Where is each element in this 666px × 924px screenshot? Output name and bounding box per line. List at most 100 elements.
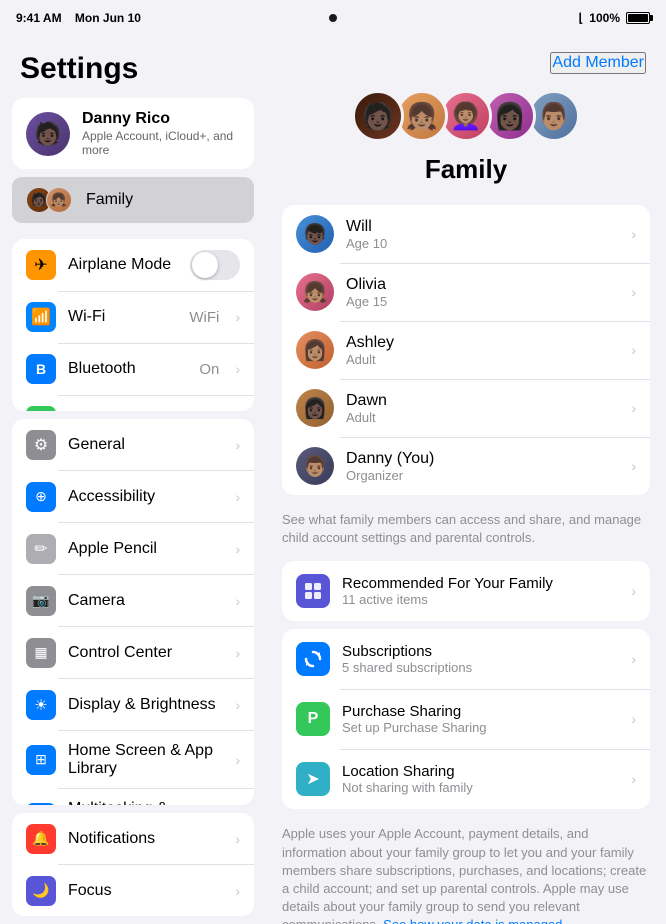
battery-text: 100% xyxy=(589,11,620,25)
add-member-button[interactable]: Add Member xyxy=(550,52,646,74)
family-row[interactable]: 🧑🏿 👧🏽 Family xyxy=(12,177,254,223)
family-header: 🧑🏿 👧🏽 👩🏽‍🦱 👩🏿 👨🏽 Family xyxy=(266,82,666,205)
feature-info-recommended: Recommended For Your Family 11 active it… xyxy=(342,575,553,607)
member-avatar-olivia: 👧🏽 xyxy=(296,273,334,311)
chevron-icon: › xyxy=(631,771,636,787)
member-row-will[interactable]: 👦🏿 Will Age 10 › xyxy=(282,205,650,263)
chevron-icon: › xyxy=(235,437,240,453)
feature-info-purchase: Purchase Sharing Set up Purchase Sharing xyxy=(342,703,487,735)
member-row-ashley[interactable]: 👩🏽 Ashley Adult › xyxy=(282,321,650,379)
sidebar-item-focus[interactable]: 🌙 Focus › xyxy=(12,865,254,916)
settings-section-2: ⚙ General › ⊕ Accessibility › ✏ Apple Pe… xyxy=(12,419,254,805)
member-name-ashley: Ashley xyxy=(346,334,394,352)
sidebar-item-general[interactable]: ⚙ General › xyxy=(12,419,254,471)
member-avatar-ashley: 👩🏽 xyxy=(296,331,334,369)
profile-sub: Apple Account, iCloud+, and more xyxy=(82,129,240,157)
apple-pencil-icon: ✏ xyxy=(26,534,56,564)
purchase-sharing-icon: P xyxy=(296,702,330,736)
family-label: Family xyxy=(86,191,133,209)
profile-card[interactable]: 🧑🏿 Danny Rico Apple Account, iCloud+, an… xyxy=(12,98,254,169)
chevron-icon: › xyxy=(235,489,240,505)
chevron-icon: › xyxy=(631,651,636,667)
right-header: Add Member xyxy=(266,36,666,82)
sidebar-item-wifi[interactable]: 📶 Wi-Fi WiFi › xyxy=(12,291,254,343)
accessibility-icon: ⊕ xyxy=(26,482,56,512)
location-sub: Not sharing with family xyxy=(342,780,473,795)
feature-row-purchase-sharing[interactable]: P Purchase Sharing Set up Purchase Shari… xyxy=(282,689,650,749)
member-sub-ashley: Adult xyxy=(346,352,394,367)
general-label: General xyxy=(68,436,219,454)
recommended-card: Recommended For Your Family 11 active it… xyxy=(282,561,650,621)
member-row-dawn[interactable]: 👩🏿 Dawn Adult › xyxy=(282,379,650,437)
sidebar-item-homescreen[interactable]: ⊞ Home Screen & App Library › xyxy=(12,731,254,789)
control-center-icon: ▦ xyxy=(26,638,56,668)
sidebar-item-display[interactable]: ☀ Display & Brightness › xyxy=(12,679,254,731)
member-info-dawn: Dawn Adult xyxy=(346,392,387,425)
multitasking-label: Multitasking & Gestures xyxy=(68,800,219,805)
family-member-description: See what family members can access and s… xyxy=(266,507,666,561)
family-mini-avatars: 🧑🏿 👧🏽 xyxy=(26,187,66,213)
sidebar-item-multitasking[interactable]: ⊟ Multitasking & Gestures › xyxy=(12,789,254,805)
front-camera-dot xyxy=(329,14,337,22)
battery-indicator xyxy=(626,12,650,24)
display-label: Display & Brightness xyxy=(68,696,219,714)
member-sub-will: Age 10 xyxy=(346,236,387,251)
feature-info-subscriptions: Subscriptions 5 shared subscriptions xyxy=(342,643,472,675)
wifi-label: Wi-Fi xyxy=(68,308,177,326)
status-icons: ⌊ 100% xyxy=(579,11,650,25)
bluetooth-icon: B xyxy=(26,354,56,384)
bottom-note-text: Apple uses your Apple Account, payment d… xyxy=(282,826,646,924)
chevron-icon: › xyxy=(235,883,240,899)
member-sub-olivia: Age 15 xyxy=(346,294,387,309)
settings-section-3: 🔔 Notifications › 🌙 Focus › ⏱ Screen Tim… xyxy=(12,813,254,916)
settings-section-1: ✈ Airplane Mode 📶 Wi-Fi WiFi › B Bluetoo… xyxy=(12,239,254,411)
location-sharing-icon: ➤ xyxy=(296,762,330,796)
bottom-note: Apple uses your Apple Account, payment d… xyxy=(266,817,666,924)
feature-row-location-sharing[interactable]: ➤ Location Sharing Not sharing with fami… xyxy=(282,749,650,809)
sidebar-item-airplane-mode[interactable]: ✈ Airplane Mode xyxy=(12,239,254,291)
chevron-icon: › xyxy=(631,711,636,727)
sidebar-item-notifications[interactable]: 🔔 Notifications › xyxy=(12,813,254,865)
chevron-icon: › xyxy=(631,226,636,242)
family-avatar-2: 👧🏽 xyxy=(46,187,72,213)
features-card: Subscriptions 5 shared subscriptions › P… xyxy=(282,629,650,809)
toggle-knob xyxy=(192,252,218,278)
focus-icon: 🌙 xyxy=(26,876,56,906)
family-big-avatars: 🧑🏿 👧🏽 👩🏽‍🦱 👩🏿 👨🏽 xyxy=(356,90,576,142)
sidebar-item-cellular[interactable]: ◉ Cellular Data › xyxy=(12,395,254,411)
sidebar: Settings 🧑🏿 Danny Rico Apple Account, iC… xyxy=(0,36,266,924)
subscriptions-title: Subscriptions xyxy=(342,643,472,660)
sidebar-item-bluetooth[interactable]: B Bluetooth On › xyxy=(12,343,254,395)
airplane-mode-toggle[interactable] xyxy=(190,250,240,280)
chevron-icon: › xyxy=(235,541,240,557)
bottom-note-link[interactable]: See how your data is managed... xyxy=(383,917,573,924)
sidebar-item-accessibility[interactable]: ⊕ Accessibility › xyxy=(12,471,254,523)
bluetooth-label: Bluetooth xyxy=(68,360,187,378)
member-row-olivia[interactable]: 👧🏽 Olivia Age 15 › xyxy=(282,263,650,321)
member-name-danny: Danny (You) xyxy=(346,450,434,468)
chevron-icon: › xyxy=(235,831,240,847)
wifi-icon: 📶 xyxy=(26,302,56,332)
chevron-icon: › xyxy=(631,284,636,300)
airplane-mode-icon: ✈ xyxy=(26,250,56,280)
recommended-icon xyxy=(296,574,330,608)
chevron-icon: › xyxy=(235,645,240,661)
sidebar-item-apple-pencil[interactable]: ✏ Apple Pencil › xyxy=(12,523,254,575)
recommended-sub: 11 active items xyxy=(342,592,553,607)
feature-row-subscriptions[interactable]: Subscriptions 5 shared subscriptions › xyxy=(282,629,650,689)
member-info-will: Will Age 10 xyxy=(346,218,387,251)
sidebar-item-camera[interactable]: 📷 Camera › xyxy=(12,575,254,627)
member-row-danny[interactable]: 👨🏽 Danny (You) Organizer › xyxy=(282,437,650,495)
time-display: 9:41 AM xyxy=(16,11,62,25)
chevron-icon: › xyxy=(235,593,240,609)
sidebar-item-control-center[interactable]: ▦ Control Center › xyxy=(12,627,254,679)
wifi-value: WiFi xyxy=(189,309,219,326)
purchase-title: Purchase Sharing xyxy=(342,703,487,720)
feature-row-recommended[interactable]: Recommended For Your Family 11 active it… xyxy=(282,561,650,621)
chevron-icon: › xyxy=(235,309,240,325)
general-icon: ⚙ xyxy=(26,430,56,460)
member-sub-dawn: Adult xyxy=(346,410,387,425)
chevron-icon: › xyxy=(235,361,240,377)
member-info-olivia: Olivia Age 15 xyxy=(346,276,387,309)
member-avatar-will: 👦🏿 xyxy=(296,215,334,253)
